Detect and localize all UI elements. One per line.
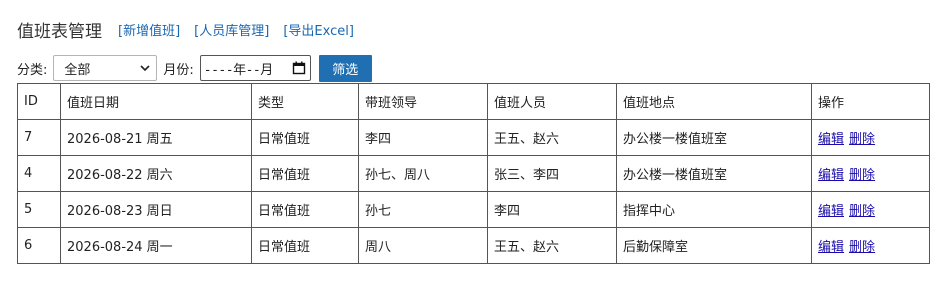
edit-link[interactable]: 编辑 <box>818 240 844 255</box>
column-header-id: ID <box>17 83 61 120</box>
column-header-staff: 值班人员 <box>487 83 617 120</box>
table-row: 4 2026-08-22 周六 日常值班 孙七、周八 张三、李四 办公楼一楼值班… <box>17 155 930 192</box>
cell-staff: 李四 <box>487 191 617 228</box>
table-header-row: ID 值班日期 类型 带班领导 值班人员 值班地点 操作 <box>17 83 930 120</box>
add-duty-link[interactable]: [新增值班] <box>118 20 180 39</box>
edit-link[interactable]: 编辑 <box>818 132 844 147</box>
cell-type: 日常值班 <box>251 227 359 264</box>
personnel-library-link[interactable]: [人员库管理] <box>194 20 269 39</box>
column-header-leader: 带班领导 <box>358 83 488 120</box>
cell-leader: 周八 <box>358 227 488 264</box>
cell-id: 6 <box>17 227 61 264</box>
export-excel-link[interactable]: [导出Excel] <box>283 20 354 39</box>
cell-id: 7 <box>17 119 61 156</box>
cell-date: 2026-08-23 周日 <box>60 191 252 228</box>
table-row: 6 2026-08-24 周一 日常值班 周八 王五、赵六 后勤保障室 编辑 删除 <box>17 227 930 264</box>
cell-date: 2026-08-22 周六 <box>60 155 252 192</box>
month-input-placeholder: ----年--月 <box>203 62 273 78</box>
cell-location: 后勤保障室 <box>616 227 812 264</box>
table-row: 7 2026-08-21 周五 日常值班 李四 王五、赵六 办公楼一楼值班室 编… <box>17 119 930 156</box>
duty-table: ID 值班日期 类型 带班领导 值班人员 值班地点 操作 7 2026-08-2… <box>17 83 930 264</box>
delete-link[interactable]: 删除 <box>849 132 875 147</box>
cell-location: 指挥中心 <box>616 191 812 228</box>
column-header-actions: 操作 <box>811 83 930 120</box>
cell-leader: 李四 <box>358 119 488 156</box>
edit-link[interactable]: 编辑 <box>818 204 844 219</box>
cell-actions: 编辑 删除 <box>811 119 930 156</box>
cell-date: 2026-08-24 周一 <box>60 227 252 264</box>
cell-staff: 张三、李四 <box>487 155 617 192</box>
cell-location: 办公楼一楼值班室 <box>616 119 812 156</box>
filter-bar: 分类: 全部 月份: ----年--月 筛选 <box>17 54 372 82</box>
calendar-icon[interactable] <box>292 61 306 75</box>
cell-id: 4 <box>17 155 61 192</box>
cell-location: 办公楼一楼值班室 <box>616 155 812 192</box>
column-header-location: 值班地点 <box>616 83 812 120</box>
cell-leader: 孙七、周八 <box>358 155 488 192</box>
cell-type: 日常值班 <box>251 155 359 192</box>
cell-actions: 编辑 删除 <box>811 155 930 192</box>
cell-staff: 王五、赵六 <box>487 227 617 264</box>
column-header-type: 类型 <box>251 83 359 120</box>
category-label: 分类: <box>17 62 48 78</box>
delete-link[interactable]: 删除 <box>849 240 875 255</box>
cell-type: 日常值班 <box>251 191 359 228</box>
cell-type: 日常值班 <box>251 119 359 156</box>
cell-date: 2026-08-21 周五 <box>60 119 252 156</box>
delete-link[interactable]: 删除 <box>849 168 875 183</box>
filter-button[interactable]: 筛选 <box>318 54 372 82</box>
page-title: 值班表管理 <box>17 21 102 42</box>
cell-leader: 孙七 <box>358 191 488 228</box>
month-input[interactable]: ----年--月 <box>199 55 311 81</box>
cell-actions: 编辑 删除 <box>811 227 930 264</box>
cell-staff: 王五、赵六 <box>487 119 617 156</box>
category-select[interactable]: 全部 <box>53 55 158 81</box>
delete-link[interactable]: 删除 <box>849 204 875 219</box>
cell-actions: 编辑 删除 <box>811 191 930 228</box>
month-label: 月份: <box>163 62 194 78</box>
cell-id: 5 <box>17 191 61 228</box>
table-row: 5 2026-08-23 周日 日常值班 孙七 李四 指挥中心 编辑 删除 <box>17 191 930 228</box>
edit-link[interactable]: 编辑 <box>818 168 844 183</box>
chevron-down-icon <box>140 63 150 73</box>
page-header: 值班表管理 [新增值班] [人员库管理] [导出Excel] <box>17 17 368 42</box>
category-select-value: 全部 <box>64 62 91 78</box>
column-header-date: 值班日期 <box>60 83 252 120</box>
